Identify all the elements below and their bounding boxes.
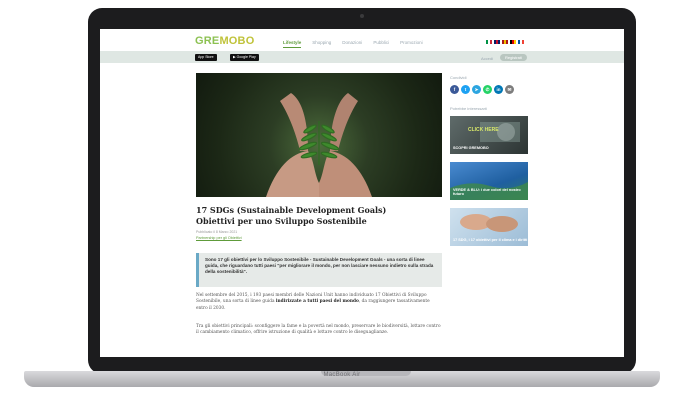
article-title-line-2: Obiettivi per uno Sviluppo Sostenibile <box>196 216 367 226</box>
app-store-label: App Store <box>198 55 214 59</box>
hands-plant-illustration <box>266 93 372 197</box>
login-link[interactable]: Accedi <box>481 56 493 61</box>
nav-item-donazioni[interactable]: Donazioni <box>342 40 362 48</box>
nav-item-shopping[interactable]: Shopping <box>312 40 331 48</box>
linkedin-icon[interactable]: in <box>494 85 503 94</box>
google-play-button[interactable]: ▶ Google Play <box>230 54 259 61</box>
article-paragraph-2: Tra gli obiettivi principali: sconfigger… <box>196 324 441 336</box>
google-play-label: Google Play <box>236 55 256 59</box>
related-card-caption: VERDE & BLU: i due colori del nostro fut… <box>453 187 521 197</box>
related-heading: Potrebbe interessarti <box>450 106 487 111</box>
facebook-icon[interactable]: f <box>450 85 459 94</box>
site-logo[interactable]: GREMOBO <box>195 35 254 47</box>
gb-flag-icon[interactable] <box>494 40 500 44</box>
fr-flag-icon[interactable] <box>518 40 524 44</box>
article-title-line-1: 17 SDGs (Sustainable Development Goals) <box>196 205 387 215</box>
logo-part-olive: MOBO <box>219 35 255 47</box>
main-nav: Lifestyle Shopping Donazioni Pubblici Pr… <box>283 40 423 48</box>
share-heading: Condividi <box>450 75 467 80</box>
click-here-badge: CLICK HERE <box>468 127 499 133</box>
publish-date: Pubblicato il 8 Marzo 2021 <box>196 230 238 234</box>
es-flag-icon[interactable] <box>502 40 508 44</box>
related-card-17-sdg[interactable]: 17 SDG, i 17 obiettivi per il clima e i … <box>450 208 528 246</box>
telegram-icon[interactable]: ➤ <box>472 85 481 94</box>
nav-item-pubblici[interactable]: Pubblici <box>373 40 389 48</box>
browser-screen: GREMOBO Lifestyle Shopping Donazioni Pub… <box>100 29 624 357</box>
logo-part-green: GRE <box>195 35 220 47</box>
nav-item-lifestyle[interactable]: Lifestyle <box>283 40 302 48</box>
paragraph-1-highlight: indirizzate a tutti paesi del mondo <box>275 299 359 305</box>
article-lead-quote: Sono 17 gli obiettivi per lo Sviluppo So… <box>196 253 442 287</box>
webcam-icon <box>360 14 364 18</box>
language-flags <box>486 40 524 44</box>
article-title: 17 SDGs (Sustainable Development Goals) … <box>196 205 442 227</box>
share-buttons: f t ➤ ✆ in ✉ <box>450 85 514 94</box>
nav-item-promozioni[interactable]: Promozioni <box>400 40 423 48</box>
related-card-gremobo[interactable]: CLICK HERE SCOPRI GREMOBO <box>450 116 528 154</box>
it-flag-icon[interactable] <box>486 40 492 44</box>
app-store-button[interactable]: App Store <box>195 54 217 61</box>
model-label: MacBook Air <box>323 372 361 378</box>
sub-bar: App Store ▶ Google Play Accedi Registrat… <box>100 51 624 63</box>
email-icon[interactable]: ✉ <box>505 85 514 94</box>
category-link[interactable]: Partnership per gli Obiettivi <box>196 236 242 240</box>
de-flag-icon[interactable] <box>510 40 516 44</box>
whatsapp-icon[interactable]: ✆ <box>483 85 492 94</box>
article-paragraph-1: Nel settembre del 2015, i 193 paesi memb… <box>196 293 442 312</box>
site-header: GREMOBO Lifestyle Shopping Donazioni Pub… <box>100 29 624 51</box>
hero-image-hands-holding-plant <box>196 73 442 197</box>
related-card-caption: 17 SDG, i 17 obiettivi per il clima e i … <box>453 238 528 243</box>
register-button[interactable]: Registrati <box>500 54 527 61</box>
twitter-icon[interactable]: t <box>461 85 470 94</box>
related-card-verde-blu[interactable]: VERDE & BLU: i due colori del nostro fut… <box>450 162 528 200</box>
related-card-caption: SCOPRI GREMOBO <box>453 146 489 151</box>
